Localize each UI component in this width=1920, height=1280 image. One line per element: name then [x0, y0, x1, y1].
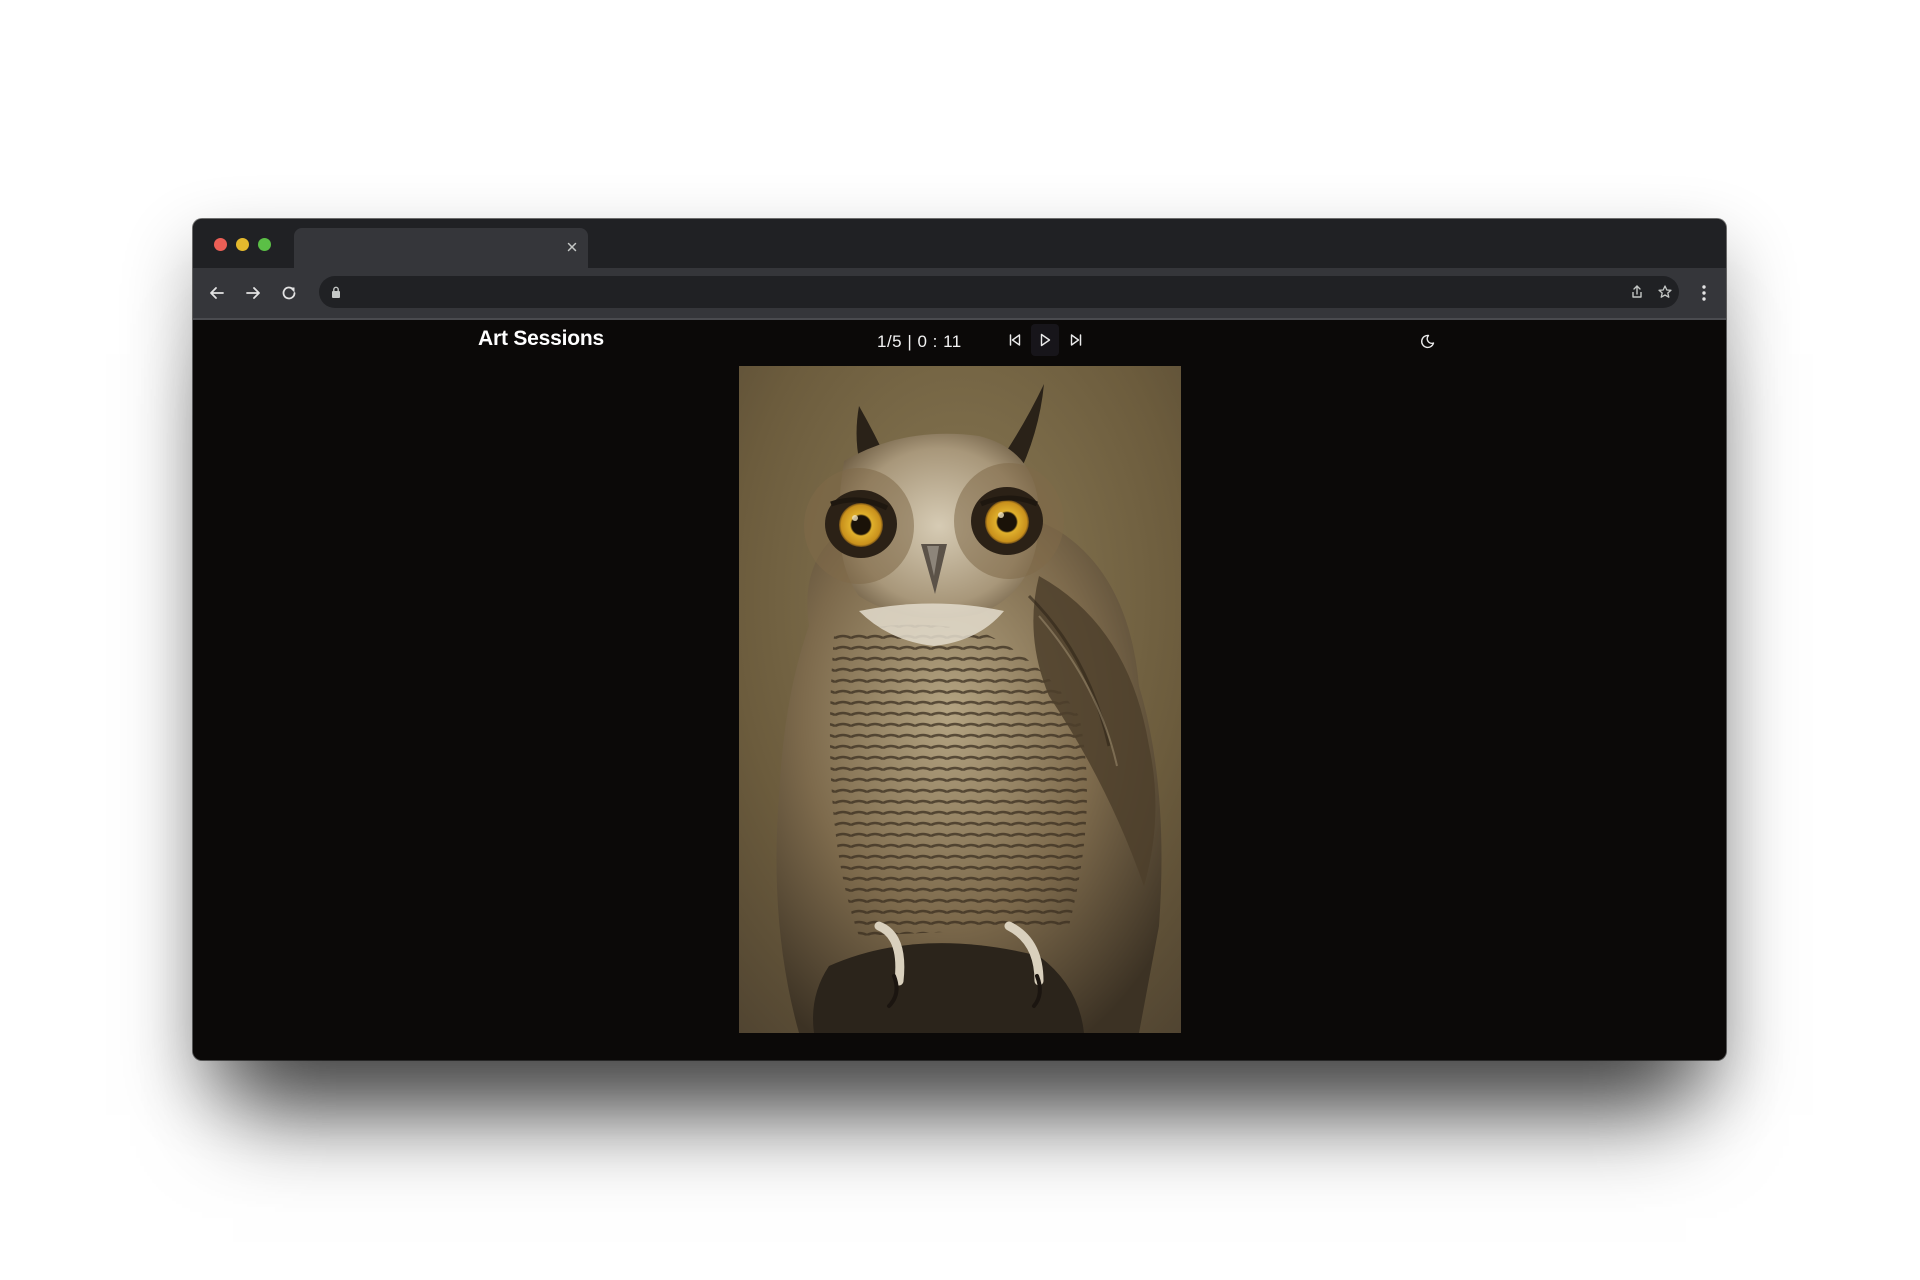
more-menu-icon[interactable] — [1693, 282, 1715, 304]
art-sessions-page: Art Sessions 1/5 | 0 : 11 — [193, 320, 1726, 1060]
skip-previous-icon — [1009, 334, 1021, 346]
maximize-window-button[interactable] — [258, 238, 271, 251]
session-counter: 1/5 | 0 : 11 — [877, 332, 962, 351]
close-icon[interactable] — [564, 239, 580, 255]
bookmark-star-icon[interactable] — [1657, 284, 1673, 300]
address-bar[interactable] — [319, 276, 1679, 308]
browser-toolbar — [193, 268, 1726, 318]
skip-next-icon — [1070, 334, 1082, 346]
reload-icon[interactable] — [278, 282, 300, 304]
browser-tab[interactable] — [294, 228, 588, 268]
play-button[interactable] — [1031, 324, 1059, 356]
lock-icon — [332, 286, 340, 298]
moon-icon[interactable] — [1419, 333, 1436, 350]
browser-window: Art Sessions 1/5 | 0 : 11 — [193, 219, 1726, 1060]
previous-button[interactable] — [1002, 327, 1028, 353]
play-icon — [1040, 333, 1051, 347]
owl-photo — [739, 366, 1181, 1033]
share-icon[interactable] — [1629, 284, 1645, 300]
minimize-window-button[interactable] — [236, 238, 249, 251]
next-button[interactable] — [1063, 327, 1089, 353]
back-arrow-icon[interactable] — [206, 282, 228, 304]
forward-arrow-icon[interactable] — [242, 282, 264, 304]
page-title: Art Sessions — [478, 327, 604, 350]
close-window-button[interactable] — [214, 238, 227, 251]
browser-titlebar — [193, 219, 1726, 268]
